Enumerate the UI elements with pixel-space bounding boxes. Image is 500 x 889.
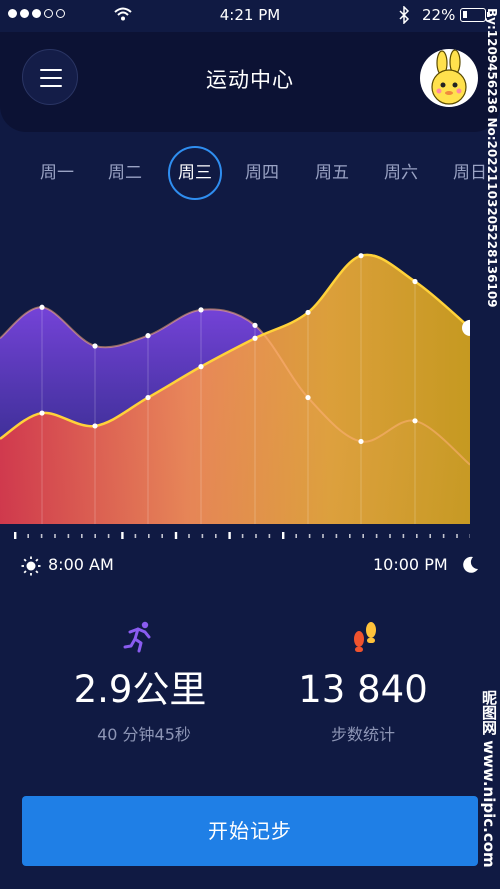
data-point-purple xyxy=(145,333,151,339)
data-point-warm xyxy=(198,364,204,370)
axis-tick xyxy=(67,534,70,538)
data-point-purple xyxy=(412,418,418,424)
steps-value: 13 840 xyxy=(298,668,428,711)
axis-tick xyxy=(148,534,150,538)
axis-tick xyxy=(349,534,351,538)
distance-value: 2.9公里 xyxy=(73,668,207,711)
data-point-warm xyxy=(92,423,98,429)
axis-tick xyxy=(228,532,231,539)
duration-label: 40 分钟45秒 xyxy=(97,725,191,744)
steps-label: 步数统计 xyxy=(330,725,395,744)
moon-icon xyxy=(463,556,478,573)
axis-tick xyxy=(215,534,217,538)
data-point-warm xyxy=(39,410,45,416)
data-point-warm xyxy=(358,253,364,259)
axis-tick xyxy=(322,534,324,538)
axis-tick xyxy=(161,534,163,538)
data-point-purple xyxy=(39,304,45,310)
axis-tick xyxy=(107,534,110,538)
axis-tick xyxy=(282,532,285,539)
watermark-site: 昵图网 www.nipic.com xyxy=(480,690,498,868)
activity-area-chart xyxy=(0,253,470,539)
axis-tick xyxy=(14,532,17,539)
axis-tick xyxy=(134,534,137,538)
data-point-purple xyxy=(92,343,98,349)
running-icon xyxy=(123,621,151,653)
watermark-id: By:1209456236 No:20221103205228136109 xyxy=(485,8,499,308)
start-step-counting-button[interactable]: 开始记步 xyxy=(22,796,478,866)
data-point-purple xyxy=(198,307,204,313)
data-point-warm xyxy=(305,309,311,316)
axis-tick xyxy=(188,534,190,538)
axis-tick xyxy=(94,534,96,538)
footprints-icon xyxy=(354,622,376,652)
axis-tick xyxy=(375,534,378,538)
axis-tick xyxy=(308,534,311,538)
axis-tick xyxy=(54,534,56,538)
axis-tick xyxy=(81,534,83,538)
axis-tick xyxy=(40,534,43,538)
axis-tick xyxy=(456,534,458,538)
sun-icon xyxy=(21,556,41,576)
axis-tick xyxy=(416,534,418,538)
axis-tick xyxy=(429,534,431,538)
data-point-warm xyxy=(145,394,151,401)
data-point-purple xyxy=(252,322,258,328)
axis-tick xyxy=(362,534,364,538)
axis-tick xyxy=(295,534,297,538)
axis-tick xyxy=(402,534,405,538)
axis-tick xyxy=(241,534,244,538)
data-point-purple xyxy=(305,394,311,401)
time-end-label: 10:00 PM xyxy=(373,555,448,574)
axis-tick xyxy=(389,534,391,538)
axis-tick xyxy=(442,534,445,538)
axis-tick xyxy=(27,534,29,538)
axis-tick xyxy=(335,534,338,538)
axis-tick xyxy=(255,534,257,538)
time-start-label: 8:00 AM xyxy=(48,555,114,574)
axis-tick xyxy=(174,532,178,539)
data-point-warm xyxy=(412,278,418,285)
data-point-warm xyxy=(252,335,258,341)
axis-tick xyxy=(121,532,124,539)
axis-tick xyxy=(201,534,204,538)
data-point-purple xyxy=(358,438,364,445)
axis-tick xyxy=(268,534,271,538)
